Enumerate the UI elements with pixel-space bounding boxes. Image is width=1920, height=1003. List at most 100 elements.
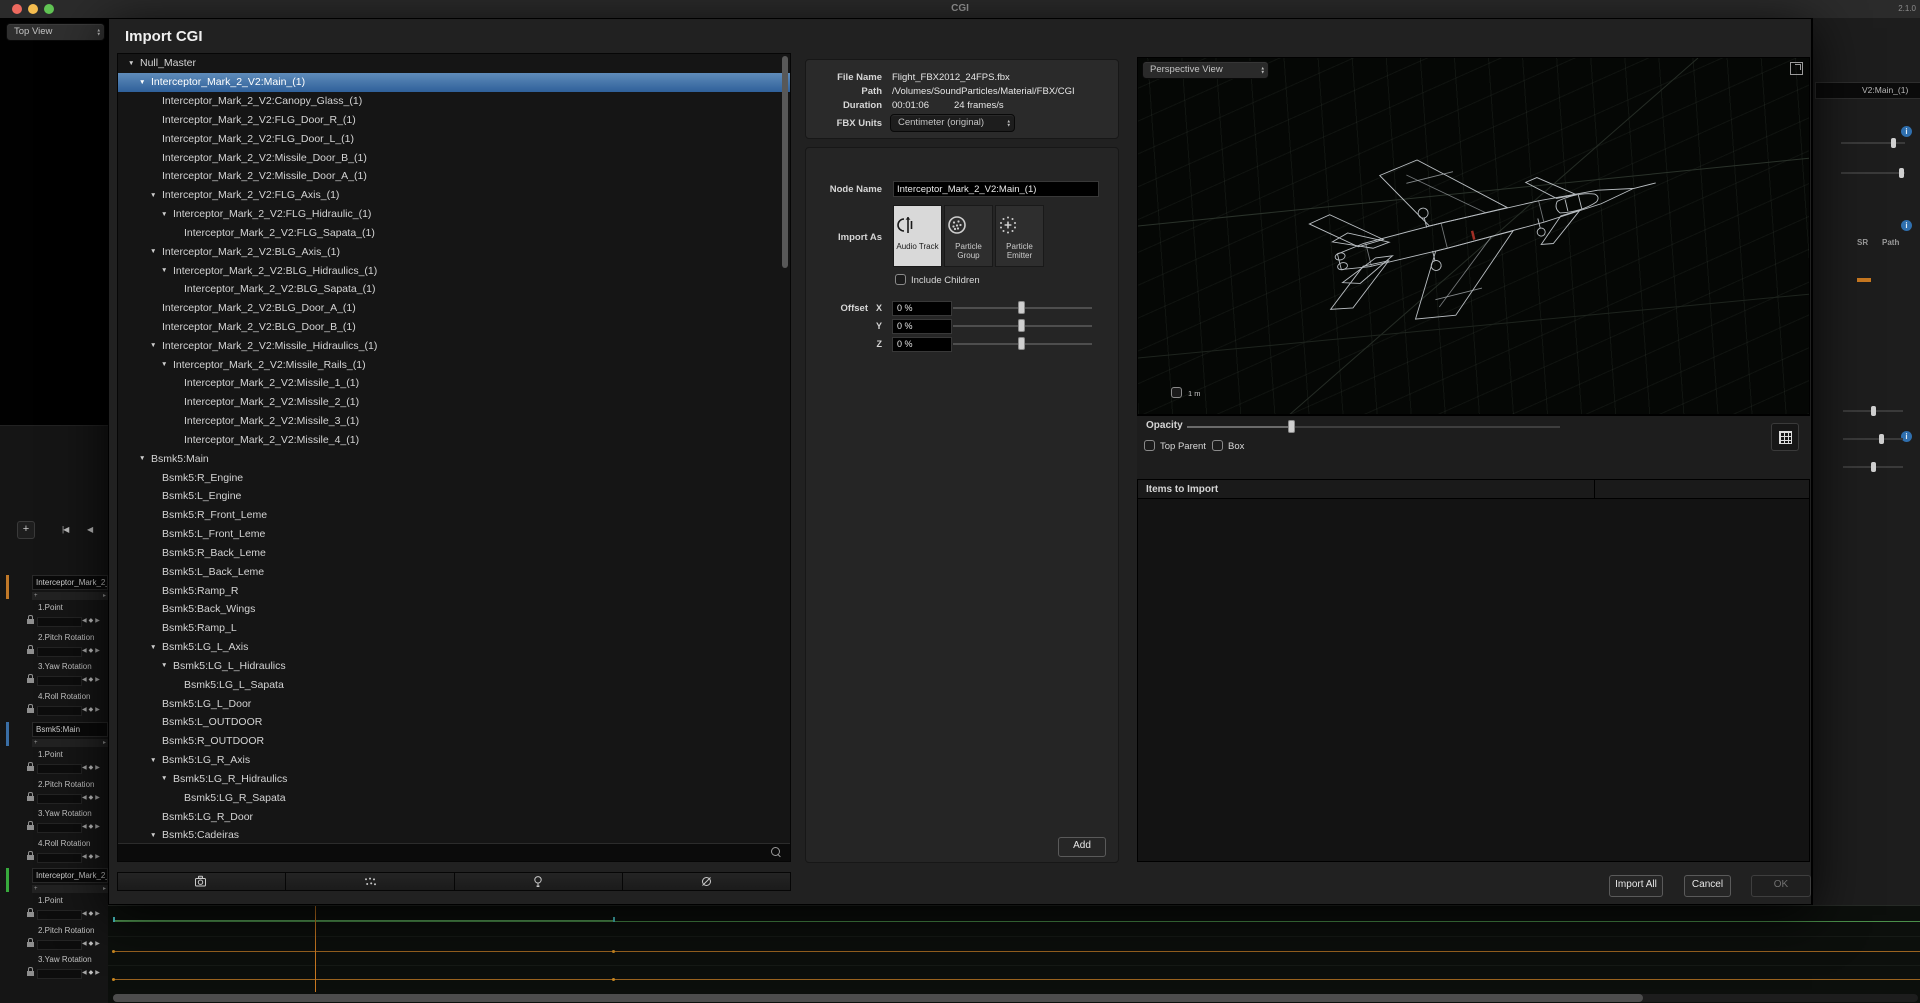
tree-item[interactable]: ▼Null_Master xyxy=(118,54,790,73)
param-value-bar[interactable] xyxy=(37,764,82,774)
timeline-curve-orange[interactable] xyxy=(113,951,1920,952)
tree-item[interactable]: Interceptor_Mark_2_V2:FLG_Door_L_(1) xyxy=(118,129,790,148)
tree-item[interactable]: Bsmk5:R_OUTDOOR xyxy=(118,732,790,751)
keyframe-dot[interactable] xyxy=(112,950,115,953)
skip-to-start-button[interactable]: |◀ xyxy=(62,525,68,534)
info-icon[interactable]: i xyxy=(1901,126,1912,137)
tree-item[interactable]: Bsmk5:L_Front_Leme xyxy=(118,525,790,544)
lock-icon[interactable] xyxy=(27,796,34,801)
cancel-button[interactable]: Cancel xyxy=(1684,875,1731,897)
info-icon[interactable]: i xyxy=(1901,220,1912,231)
tree-item[interactable]: Interceptor_Mark_2_V2:Missile_3_(1) xyxy=(118,412,790,431)
param-value-bar[interactable] xyxy=(37,647,82,657)
timeline-curve-orange[interactable] xyxy=(113,979,1920,980)
lock-icon[interactable] xyxy=(27,649,34,654)
expand-arrow-icon[interactable]: ▼ xyxy=(139,79,149,86)
grid-view-button[interactable] xyxy=(1771,423,1799,451)
track-keyframe-bar[interactable]: +▸ xyxy=(32,885,108,893)
lock-icon[interactable] xyxy=(27,855,34,860)
playhead[interactable] xyxy=(315,906,316,992)
track-name[interactable]: Interceptor_Mark_2_ xyxy=(32,868,108,883)
param-value-bar[interactable] xyxy=(37,853,82,863)
offset-z-value[interactable]: 0 % xyxy=(892,337,952,352)
offset-y-slider-thumb[interactable] xyxy=(1018,319,1025,332)
opacity-slider-thumb[interactable] xyxy=(1288,420,1295,433)
expand-arrow-icon[interactable]: ▼ xyxy=(150,644,160,651)
param-value-bar[interactable] xyxy=(37,794,82,804)
keyframe-nav[interactable]: ◀◆▶ xyxy=(82,617,102,624)
tree-item[interactable]: ▼Interceptor_Mark_2_V2:BLG_Axis_(1) xyxy=(118,242,790,261)
tree-item[interactable]: Interceptor_Mark_2_V2:Missile_4_(1) xyxy=(118,431,790,450)
null-filter-button[interactable] xyxy=(623,873,790,890)
expand-arrow-icon[interactable]: ▼ xyxy=(150,342,160,349)
tree-item[interactable]: Bsmk5:R_Back_Leme xyxy=(118,544,790,563)
tree-item[interactable]: ▼Bsmk5:LG_R_Axis xyxy=(118,751,790,770)
param-value-bar[interactable] xyxy=(37,940,82,950)
track-keyframe-bar[interactable]: +▸ xyxy=(32,592,108,600)
lock-icon[interactable] xyxy=(27,766,34,771)
expand-arrow-icon[interactable]: ▼ xyxy=(161,662,171,669)
keyframe-tick[interactable] xyxy=(113,917,115,922)
lock-icon[interactable] xyxy=(27,678,34,683)
view-selector-dropdown[interactable]: Top View ▲▼ xyxy=(6,23,105,41)
tree-item[interactable]: Interceptor_Mark_2_V2:BLG_Sapata_(1) xyxy=(118,280,790,299)
lock-icon[interactable] xyxy=(27,912,34,917)
keyframe-nav[interactable]: ◀◆▶ xyxy=(82,969,102,976)
box-checkbox[interactable] xyxy=(1212,440,1223,451)
tree-item[interactable]: Bsmk5:R_Front_Leme xyxy=(118,506,790,525)
tree-item[interactable]: ▼Interceptor_Mark_2_V2:Missile_Rails_(1) xyxy=(118,355,790,374)
param-value-bar[interactable] xyxy=(37,617,82,627)
lock-icon[interactable] xyxy=(27,708,34,713)
offset-x-slider-thumb[interactable] xyxy=(1018,301,1025,314)
lock-icon[interactable] xyxy=(27,825,34,830)
tree-item[interactable]: Bsmk5:L_Back_Leme xyxy=(118,562,790,581)
tree-item[interactable]: ▼Interceptor_Mark_2_V2:FLG_Axis_(1) xyxy=(118,186,790,205)
keyframe-nav[interactable]: ◀◆▶ xyxy=(82,910,102,917)
timeline-scrollbar-thumb[interactable] xyxy=(113,994,1643,1002)
keyframe-dot[interactable] xyxy=(112,978,115,981)
timeline-scrollbar[interactable] xyxy=(113,994,1918,1002)
keyframe-nav[interactable]: ◀◆▶ xyxy=(82,794,102,801)
light-filter-button[interactable] xyxy=(455,873,623,890)
keyframe-nav[interactable]: ◀◆▶ xyxy=(82,706,102,713)
keyframe-dot[interactable] xyxy=(612,950,615,953)
expand-arrow-icon[interactable]: ▼ xyxy=(161,267,171,274)
tree-item[interactable]: Bsmk5:Ramp_R xyxy=(118,581,790,600)
tree-item[interactable]: Bsmk5:LG_L_Sapata xyxy=(118,675,790,694)
tree-item[interactable]: ▼Bsmk5:LG_R_Hidraulics xyxy=(118,769,790,788)
scale-reference-checkbox[interactable] xyxy=(1171,387,1182,398)
tree-item[interactable]: ▼Interceptor_Mark_2_V2:Main_(1) xyxy=(118,73,790,92)
parameter-slider[interactable] xyxy=(1841,172,1905,174)
timeline[interactable] xyxy=(108,905,1920,1003)
expand-arrow-icon[interactable]: ▼ xyxy=(161,775,171,782)
slider-thumb[interactable] xyxy=(1871,406,1876,416)
keyframe-nav[interactable]: ◀◆▶ xyxy=(82,647,102,654)
fbx-units-dropdown[interactable]: Centimeter (original) ▲▼ xyxy=(890,114,1015,132)
keyframe-nav[interactable]: ◀◆▶ xyxy=(82,676,102,683)
tree-item[interactable]: Interceptor_Mark_2_V2:Missile_1_(1) xyxy=(118,374,790,393)
lock-icon[interactable] xyxy=(27,942,34,947)
preview-3d-viewport[interactable]: Perspective View ▲▼ 1 m xyxy=(1137,57,1810,415)
keyframe-nav[interactable]: ◀◆▶ xyxy=(82,823,102,830)
expand-arrow-icon[interactable]: ▼ xyxy=(128,60,138,67)
tree-item[interactable]: Bsmk5:LG_R_Sapata xyxy=(118,788,790,807)
tree-item[interactable]: ▼Bsmk5:LG_L_Axis xyxy=(118,638,790,657)
expand-arrow-icon[interactable]: ▼ xyxy=(139,455,149,462)
tree-item[interactable]: ▼Interceptor_Mark_2_V2:FLG_Hidraulic_(1) xyxy=(118,205,790,224)
offset-y-value[interactable]: 0 % xyxy=(892,319,952,334)
tree-item[interactable]: Interceptor_Mark_2_V2:BLG_Door_B_(1) xyxy=(118,318,790,337)
offset-x-value[interactable]: 0 % xyxy=(892,301,952,316)
offset-z-slider-thumb[interactable] xyxy=(1018,337,1025,350)
particles-filter-button[interactable] xyxy=(286,873,454,890)
add-track-button[interactable]: + xyxy=(17,521,35,539)
ok-button[interactable]: OK xyxy=(1751,875,1811,897)
keyframe-nav[interactable]: ◀◆▶ xyxy=(82,853,102,860)
param-value-bar[interactable] xyxy=(37,823,82,833)
viewport-view-dropdown[interactable]: Perspective View ▲▼ xyxy=(1142,61,1269,79)
import-as-particle-emitter-button[interactable]: Particle Emitter xyxy=(995,205,1044,267)
node-name-input[interactable] xyxy=(893,181,1099,197)
slider-thumb[interactable] xyxy=(1891,138,1896,148)
search-input[interactable] xyxy=(120,845,768,860)
camera-filter-button[interactable] xyxy=(118,873,286,890)
expand-arrow-icon[interactable]: ▼ xyxy=(161,211,171,218)
